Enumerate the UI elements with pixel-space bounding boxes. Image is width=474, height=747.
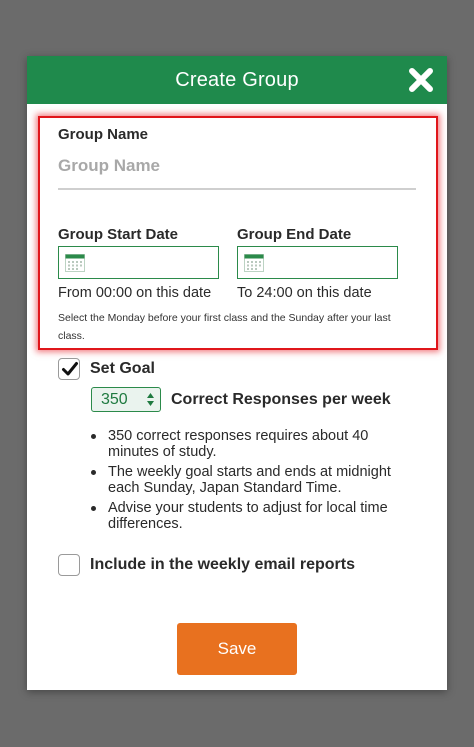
calendar-icon xyxy=(65,254,85,272)
date-help-text: Select the Monday before your first clas… xyxy=(58,312,391,342)
group-name-label: Group Name xyxy=(58,126,149,143)
calendar-icon xyxy=(244,254,264,272)
email-reports-label: Include in the weekly email reports xyxy=(90,556,355,573)
start-date-note: From 00:00 on this date xyxy=(58,285,212,301)
list-item: 350 correct responses requires about 40 … xyxy=(90,428,420,460)
start-date-label: Group Start Date xyxy=(58,226,179,243)
goal-unit-label: Correct Responses per week xyxy=(171,391,391,408)
set-goal-label: Set Goal xyxy=(90,360,155,377)
start-date-input[interactable] xyxy=(58,246,219,279)
goal-select[interactable]: 350 xyxy=(91,387,161,412)
group-name-input[interactable] xyxy=(58,144,416,190)
email-reports-checkbox[interactable] xyxy=(58,554,80,576)
end-date-label: Group End Date xyxy=(237,226,352,243)
modal-header: Create Group xyxy=(27,56,447,104)
list-item: The weekly goal starts and ends at midni… xyxy=(90,464,420,496)
close-button[interactable] xyxy=(407,66,435,94)
set-goal-checkbox[interactable] xyxy=(58,358,80,380)
end-date-note: To 24:00 on this date xyxy=(237,285,372,301)
create-group-modal: Create Group Group Name Group Start Date… xyxy=(27,56,447,690)
checkmark-icon xyxy=(62,362,78,376)
goal-select-value: 350 xyxy=(101,391,128,408)
save-button[interactable]: Save xyxy=(177,623,297,675)
modal-title: Create Group xyxy=(175,68,299,91)
end-date-input[interactable] xyxy=(237,246,398,279)
select-arrows-icon xyxy=(147,393,154,406)
goal-info-list: 350 correct responses requires about 40 … xyxy=(90,428,420,536)
list-item: Advise your students to adjust for local… xyxy=(90,500,420,532)
close-x-icon xyxy=(409,68,433,92)
